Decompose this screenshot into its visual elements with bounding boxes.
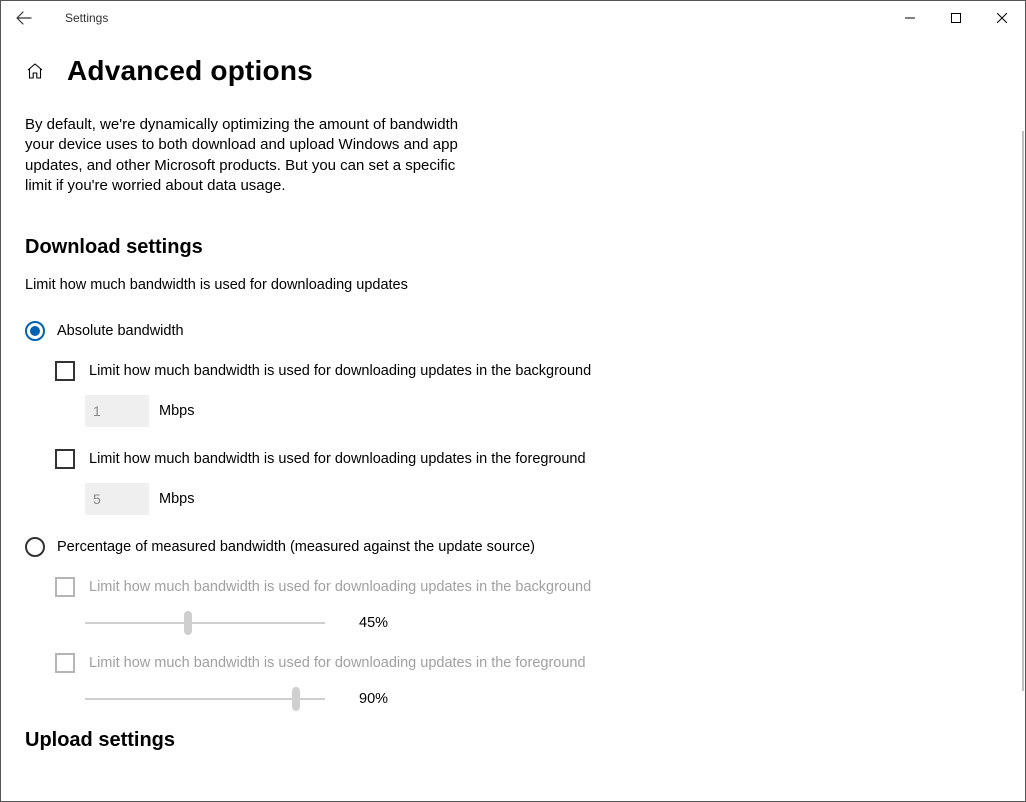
radio-percentage-bandwidth[interactable]: Percentage of measured bandwidth (measur… (25, 537, 617, 557)
scrollbar[interactable] (1022, 131, 1024, 691)
page-description: By default, we're dynamically optimizing… (25, 115, 475, 196)
bg-mbps-input[interactable]: 1 (85, 395, 149, 427)
checkbox-icon (55, 361, 75, 381)
window-controls (887, 1, 1025, 35)
unit-label: Mbps (159, 491, 194, 507)
fg-percentage-slider (85, 687, 325, 711)
radio-icon (25, 537, 45, 557)
home-icon (26, 62, 44, 80)
radio-absolute-bandwidth[interactable]: Absolute bandwidth (25, 321, 617, 341)
checkbox-label: Limit how much bandwidth is used for dow… (89, 655, 586, 671)
checkbox-bg-percentage: Limit how much bandwidth is used for dow… (55, 577, 617, 597)
radio-label: Absolute bandwidth (57, 323, 184, 339)
maximize-icon (951, 13, 961, 23)
checkbox-bg-absolute[interactable]: Limit how much bandwidth is used for dow… (55, 361, 617, 381)
percentage-options: Limit how much bandwidth is used for dow… (55, 577, 617, 711)
bg-percentage-value: 45% (359, 615, 388, 631)
back-button[interactable] (1, 1, 47, 35)
download-subtext: Limit how much bandwidth is used for dow… (25, 277, 617, 293)
download-heading: Download settings (25, 236, 617, 259)
close-button[interactable] (979, 1, 1025, 35)
titlebar: Settings (1, 1, 1025, 35)
arrow-left-icon (16, 10, 32, 26)
fg-mbps-input[interactable]: 5 (85, 483, 149, 515)
minimize-icon (905, 13, 915, 23)
bg-absolute-input-row: 1 Mbps (85, 395, 617, 427)
minimize-button[interactable] (887, 1, 933, 35)
checkbox-icon (55, 577, 75, 597)
checkbox-icon (55, 449, 75, 469)
unit-label: Mbps (159, 403, 194, 419)
bg-percentage-slider (85, 611, 325, 635)
home-button[interactable] (25, 61, 45, 81)
close-icon (997, 13, 1007, 23)
upload-heading: Upload settings (25, 729, 617, 752)
page-title: Advanced options (67, 55, 313, 87)
fg-absolute-input-row: 5 Mbps (85, 483, 617, 515)
absolute-options: Limit how much bandwidth is used for dow… (55, 361, 617, 515)
fg-percentage-slider-row: 90% (85, 687, 617, 711)
radio-label: Percentage of measured bandwidth (measur… (57, 539, 535, 555)
page-header: Advanced options (1, 35, 1025, 87)
fg-percentage-value: 90% (359, 691, 388, 707)
bg-percentage-slider-row: 45% (85, 611, 617, 635)
checkbox-label: Limit how much bandwidth is used for dow… (89, 363, 591, 379)
radio-icon (25, 321, 45, 341)
checkbox-fg-absolute[interactable]: Limit how much bandwidth is used for dow… (55, 449, 617, 469)
maximize-button[interactable] (933, 1, 979, 35)
content-area: By default, we're dynamically optimizing… (1, 87, 641, 752)
window-title: Settings (47, 11, 108, 25)
checkbox-icon (55, 653, 75, 673)
checkbox-label: Limit how much bandwidth is used for dow… (89, 579, 591, 595)
checkbox-fg-percentage: Limit how much bandwidth is used for dow… (55, 653, 617, 673)
checkbox-label: Limit how much bandwidth is used for dow… (89, 451, 586, 467)
